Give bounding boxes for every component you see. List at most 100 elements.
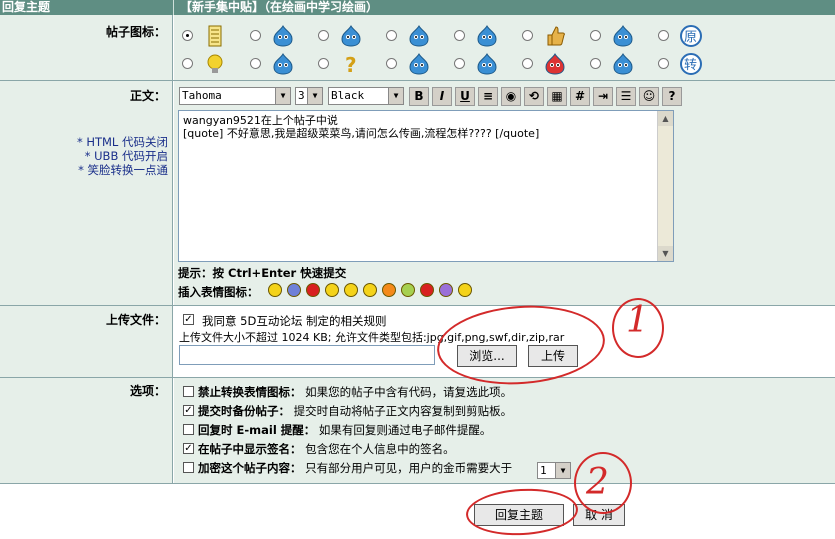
post-icon-option[interactable]: ? xyxy=(318,51,386,77)
scroll-down-arrow[interactable]: ▼ xyxy=(658,246,673,261)
option-checkbox[interactable]: ✓ xyxy=(183,443,194,454)
smiley-note[interactable]: * 笑脸转换一点通 xyxy=(0,163,168,177)
scroll-up-arrow[interactable]: ▲ xyxy=(658,111,673,126)
post-icon-radio[interactable] xyxy=(522,58,533,69)
post-icon-option[interactable] xyxy=(454,51,522,77)
emote-face-icon[interactable] xyxy=(344,283,358,297)
option-text: 禁止转换表情图标： 如果您的帖子中含有代码，请复选此项。 xyxy=(198,384,512,400)
annotation-number-1: 1 xyxy=(626,300,649,341)
post-icon-radio[interactable] xyxy=(386,30,397,41)
emote-face-icon[interactable] xyxy=(401,283,415,297)
blue-blob-icon xyxy=(476,53,498,75)
message-textarea[interactable]: wangyan9521在上个帖子中说 [quote] 不好意思,我是超级菜菜鸟,… xyxy=(178,110,674,262)
post-icon-option[interactable] xyxy=(250,51,318,77)
textarea-scrollbar[interactable]: ▲ ▼ xyxy=(657,111,673,261)
post-icon-radio[interactable] xyxy=(386,58,397,69)
code-button[interactable]: # xyxy=(570,87,590,106)
italic-button[interactable]: I xyxy=(432,87,452,106)
post-icon-radio[interactable] xyxy=(590,58,601,69)
emote-face-icon[interactable] xyxy=(268,283,282,297)
post-icon-option[interactable] xyxy=(318,23,386,49)
post-icon-option[interactable] xyxy=(522,51,590,77)
option-checkbox[interactable] xyxy=(183,386,194,397)
post-icon-radio[interactable] xyxy=(658,58,669,69)
message-line-1: wangyan9521在上个帖子中说 xyxy=(183,114,338,127)
post-icon-option[interactable] xyxy=(590,23,658,49)
post-icon-radio[interactable] xyxy=(522,30,533,41)
yuan-badge-icon: 原 xyxy=(680,25,702,47)
option-desc: 如果您的帖子中含有代码，请复选此项。 xyxy=(301,385,513,399)
smiley-button[interactable]: ☺ xyxy=(639,87,659,106)
thread-title: 【新手集中贴】（在绘画中学习绘画） xyxy=(180,0,379,14)
blue-blob-icon xyxy=(408,53,430,75)
bold-button[interactable]: B xyxy=(409,87,429,106)
emote-face-icon[interactable] xyxy=(382,283,396,297)
emote-face-icon[interactable] xyxy=(363,283,377,297)
font-select[interactable]: Tahoma ▼ xyxy=(179,87,291,105)
post-icon-radio[interactable] xyxy=(250,30,261,41)
blue-blob-icon xyxy=(612,25,634,47)
red-angry-blob-icon xyxy=(544,53,566,75)
post-icon-option[interactable] xyxy=(522,23,590,49)
post-icon-option[interactable] xyxy=(250,23,318,49)
list-button[interactable]: ☰ xyxy=(616,87,636,106)
post-icon-option[interactable] xyxy=(454,23,522,49)
post-icon-radio[interactable] xyxy=(658,30,669,41)
option-checkbox[interactable] xyxy=(183,424,194,435)
insert-web-button[interactable]: ◉ xyxy=(501,87,521,106)
post-icon-radio[interactable] xyxy=(182,58,193,69)
post-icon-radio[interactable] xyxy=(454,58,465,69)
upload-label: 上传文件： xyxy=(105,313,166,327)
table-button[interactable]: ▦ xyxy=(547,87,567,106)
question-mark-icon: ? xyxy=(340,53,362,77)
emote-face-icon[interactable] xyxy=(439,283,453,297)
blue-blob-icon xyxy=(340,25,362,47)
option-text: 在帖子中显示签名： 包含您在个人信息中的签名。 xyxy=(198,441,455,457)
option-text: 提交时备份帖子： 提交时自动将帖子正文内容复制到剪贴板。 xyxy=(198,403,512,419)
code-notes: * HTML 代码关闭 * UBB 代码开启 * 笑脸转换一点通 xyxy=(0,135,168,177)
option-title: 回复时 E-mail 提醒： xyxy=(198,423,316,437)
align-button[interactable]: ≡ xyxy=(478,87,498,106)
post-icon-option[interactable] xyxy=(182,23,250,49)
post-icon-radio[interactable] xyxy=(318,30,329,41)
svg-text:转: 转 xyxy=(684,58,697,73)
post-icon-radio[interactable] xyxy=(590,30,601,41)
post-icon-radio[interactable] xyxy=(454,30,465,41)
post-icon-radio[interactable] xyxy=(182,30,193,41)
swap-button[interactable]: ⟲ xyxy=(524,87,544,106)
zhuan-badge-icon: 转 xyxy=(680,53,702,75)
option-desc: 只有部分用户可见，用户的金币需要大于 xyxy=(301,461,513,475)
emote-face-icon[interactable] xyxy=(420,283,434,297)
size-select[interactable]: 3 ▼ xyxy=(295,87,323,105)
indent-button[interactable]: ⇥ xyxy=(593,87,613,106)
option-checkbox[interactable]: ✓ xyxy=(183,405,194,416)
ubb-note: * UBB 代码开启 xyxy=(84,149,168,163)
thumbs-up-icon xyxy=(544,25,566,47)
option-title: 提交时备份帖子： xyxy=(198,404,290,418)
color-select[interactable]: Black ▼ xyxy=(328,87,404,105)
help-button[interactable]: ? xyxy=(662,87,682,106)
post-icon-option[interactable]: 原 xyxy=(658,23,726,49)
emote-face-icon[interactable] xyxy=(306,283,320,297)
coin-select[interactable]: 1 ▼ xyxy=(537,462,571,479)
option-checkbox[interactable] xyxy=(183,462,194,473)
post-icon-option[interactable] xyxy=(386,23,454,49)
emote-face-icon[interactable] xyxy=(325,283,339,297)
post-icon-option[interactable]: 转 xyxy=(658,51,726,77)
post-icon-radio[interactable] xyxy=(318,58,329,69)
post-icon-grid: 原? 转 xyxy=(174,15,835,80)
underline-button[interactable]: U xyxy=(455,87,475,106)
option-text: 回复时 E-mail 提醒： 如果有回复则通过电子邮件提醒。 xyxy=(198,422,491,438)
post-icon-option[interactable] xyxy=(590,51,658,77)
option-desc: 包含您在个人信息中的签名。 xyxy=(301,442,455,456)
post-icon-radio[interactable] xyxy=(250,58,261,69)
agree-checkbox[interactable]: ✓ xyxy=(183,314,194,325)
blue-blob-sunglasses-icon xyxy=(476,25,498,47)
blue-blob-icon xyxy=(272,53,294,75)
post-icon-option[interactable] xyxy=(182,51,250,77)
emote-face-icon[interactable] xyxy=(287,283,301,297)
post-icon-option[interactable] xyxy=(386,51,454,77)
option-desc: 如果有回复则通过电子邮件提醒。 xyxy=(315,423,492,437)
emote-face-icon[interactable] xyxy=(458,283,472,297)
file-path-input[interactable] xyxy=(179,345,435,365)
